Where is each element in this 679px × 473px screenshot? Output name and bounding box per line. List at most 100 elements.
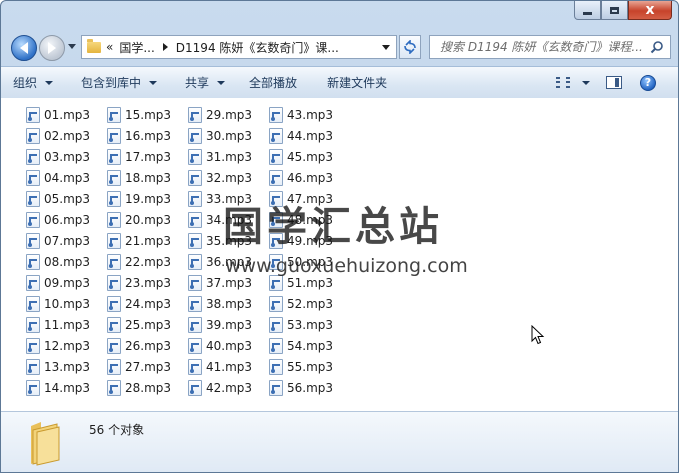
file-item[interactable]: 40.mp3 bbox=[188, 335, 269, 356]
search-box[interactable] bbox=[429, 35, 671, 59]
file-item[interactable]: 29.mp3 bbox=[188, 104, 269, 125]
file-item[interactable]: 56.mp3 bbox=[269, 377, 350, 398]
file-item[interactable]: 31.mp3 bbox=[188, 146, 269, 167]
file-item[interactable]: 08.mp3 bbox=[26, 251, 107, 272]
audio-file-icon bbox=[188, 190, 202, 207]
file-item[interactable]: 24.mp3 bbox=[107, 293, 188, 314]
share-menu[interactable]: 共享 bbox=[167, 67, 235, 98]
file-name: 46.mp3 bbox=[287, 170, 334, 185]
file-item[interactable]: 14.mp3 bbox=[26, 377, 107, 398]
close-icon: x bbox=[645, 2, 655, 18]
file-item[interactable]: 17.mp3 bbox=[107, 146, 188, 167]
help-icon[interactable]: ? bbox=[640, 74, 656, 91]
minimize-button[interactable] bbox=[574, 1, 601, 20]
file-item[interactable]: 18.mp3 bbox=[107, 167, 188, 188]
audio-file-icon bbox=[26, 232, 40, 249]
file-item[interactable]: 54.mp3 bbox=[269, 335, 350, 356]
file-item[interactable]: 27.mp3 bbox=[107, 356, 188, 377]
file-name: 38.mp3 bbox=[206, 296, 253, 311]
file-item[interactable]: 55.mp3 bbox=[269, 356, 350, 377]
file-item[interactable]: 52.mp3 bbox=[269, 293, 350, 314]
file-item[interactable]: 22.mp3 bbox=[107, 251, 188, 272]
mouse-pointer-icon bbox=[531, 325, 545, 345]
file-name: 20.mp3 bbox=[125, 212, 172, 227]
file-item[interactable]: 01.mp3 bbox=[26, 104, 107, 125]
audio-file-icon bbox=[269, 379, 283, 396]
file-item[interactable]: 03.mp3 bbox=[26, 146, 107, 167]
breadcrumb-prefix[interactable]: « bbox=[106, 40, 113, 54]
change-view-button[interactable] bbox=[556, 76, 590, 89]
file-item[interactable]: 44.mp3 bbox=[269, 125, 350, 146]
file-item[interactable]: 19.mp3 bbox=[107, 188, 188, 209]
file-name: 19.mp3 bbox=[125, 191, 172, 206]
file-item[interactable]: 10.mp3 bbox=[26, 293, 107, 314]
file-item[interactable]: 30.mp3 bbox=[188, 125, 269, 146]
file-item[interactable]: 11.mp3 bbox=[26, 314, 107, 335]
file-item[interactable]: 16.mp3 bbox=[107, 125, 188, 146]
refresh-button[interactable] bbox=[399, 35, 421, 59]
file-item[interactable]: 21.mp3 bbox=[107, 230, 188, 251]
file-item[interactable]: 20.mp3 bbox=[107, 209, 188, 230]
file-item[interactable]: 23.mp3 bbox=[107, 272, 188, 293]
organize-menu[interactable]: 组织 bbox=[1, 67, 63, 98]
recent-pages-dropdown[interactable] bbox=[68, 44, 76, 49]
back-arrow-icon bbox=[20, 42, 28, 54]
close-button[interactable]: x bbox=[628, 1, 672, 20]
file-item[interactable]: 25.mp3 bbox=[107, 314, 188, 335]
file-name: 18.mp3 bbox=[125, 170, 172, 185]
address-dropdown-icon[interactable] bbox=[382, 45, 390, 50]
file-item[interactable]: 39.mp3 bbox=[188, 314, 269, 335]
file-item[interactable]: 13.mp3 bbox=[26, 356, 107, 377]
file-item[interactable]: 42.mp3 bbox=[188, 377, 269, 398]
file-item[interactable]: 04.mp3 bbox=[26, 167, 107, 188]
file-name: 14.mp3 bbox=[44, 380, 91, 395]
file-item[interactable]: 38.mp3 bbox=[188, 293, 269, 314]
audio-file-icon bbox=[188, 274, 202, 291]
search-icon[interactable] bbox=[650, 40, 664, 54]
watermark-title: 国学汇总站 bbox=[223, 204, 443, 250]
file-item[interactable]: 53.mp3 bbox=[269, 314, 350, 335]
file-item[interactable]: 15.mp3 bbox=[107, 104, 188, 125]
chevron-down-icon bbox=[45, 80, 54, 85]
file-name: 53.mp3 bbox=[287, 317, 334, 332]
audio-file-icon bbox=[188, 211, 202, 228]
audio-file-icon bbox=[107, 316, 121, 333]
audio-file-icon bbox=[269, 169, 283, 186]
preview-pane-icon[interactable] bbox=[606, 76, 622, 89]
file-name: 15.mp3 bbox=[125, 107, 172, 122]
search-input[interactable] bbox=[440, 40, 646, 54]
play-all-label: 全部播放 bbox=[249, 76, 298, 90]
address-bar[interactable]: « 国学... D1194 陈妍《玄数奇门》课... bbox=[81, 35, 397, 59]
file-item[interactable]: 32.mp3 bbox=[188, 167, 269, 188]
file-name: 54.mp3 bbox=[287, 338, 334, 353]
audio-file-icon bbox=[269, 106, 283, 123]
audio-file-icon bbox=[26, 148, 40, 165]
file-item[interactable]: 41.mp3 bbox=[188, 356, 269, 377]
back-button[interactable] bbox=[11, 35, 37, 61]
file-item[interactable]: 43.mp3 bbox=[269, 104, 350, 125]
include-in-library-menu[interactable]: 包含到库中 bbox=[63, 67, 167, 98]
play-all-button[interactable]: 全部播放 bbox=[235, 67, 307, 98]
file-item[interactable]: 28.mp3 bbox=[107, 377, 188, 398]
audio-file-icon bbox=[269, 148, 283, 165]
maximize-button[interactable] bbox=[601, 1, 628, 20]
new-folder-button[interactable]: 新建文件夹 bbox=[307, 67, 397, 98]
file-item[interactable]: 12.mp3 bbox=[26, 335, 107, 356]
breadcrumb-item-guoxue[interactable]: 国学... bbox=[119, 39, 154, 56]
file-list-area[interactable]: 01.mp3 02.mp3 03.mp3 04.mp3 05.mp3 06.mp3 07.m… bbox=[1, 98, 678, 411]
file-item[interactable]: 06.mp3 bbox=[26, 209, 107, 230]
breadcrumb-separator-icon[interactable] bbox=[162, 43, 168, 51]
forward-arrow-icon bbox=[48, 42, 56, 54]
file-item[interactable]: 45.mp3 bbox=[269, 146, 350, 167]
file-item[interactable]: 07.mp3 bbox=[26, 230, 107, 251]
file-item[interactable]: 09.mp3 bbox=[26, 272, 107, 293]
breadcrumb-item-current[interactable]: D1194 陈妍《玄数奇门》课... bbox=[176, 39, 339, 56]
file-item[interactable]: 46.mp3 bbox=[269, 167, 350, 188]
audio-file-icon bbox=[188, 253, 202, 270]
file-item[interactable]: 02.mp3 bbox=[26, 125, 107, 146]
forward-button[interactable] bbox=[39, 35, 65, 61]
audio-file-icon bbox=[26, 316, 40, 333]
folder-icon bbox=[31, 422, 60, 466]
file-item[interactable]: 05.mp3 bbox=[26, 188, 107, 209]
file-item[interactable]: 26.mp3 bbox=[107, 335, 188, 356]
